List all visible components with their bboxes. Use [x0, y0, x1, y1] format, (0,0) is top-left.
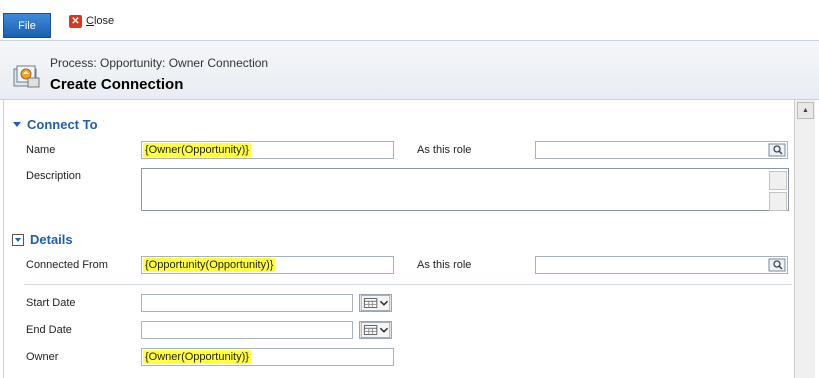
name-label: Name [26, 144, 56, 156]
calendar-icon[interactable] [359, 321, 392, 339]
name-value: {Owner(Opportunity)} [143, 143, 251, 157]
close-label: Close [86, 15, 115, 27]
start-date-label: Start Date [26, 297, 76, 309]
connected-from-label: Connected From [26, 259, 108, 271]
page-title: Create Connection [50, 76, 184, 93]
ribbon: File ✕ Close [0, 0, 819, 41]
process-icon [13, 65, 40, 88]
connect-to-role-field[interactable] [535, 141, 788, 159]
owner-value: {Owner(Opportunity)} [143, 350, 251, 364]
process-label: Process: Opportunity: Owner Connection [50, 56, 269, 70]
owner-field[interactable]: {Owner(Opportunity)} [141, 348, 394, 366]
end-date-field[interactable] [141, 321, 353, 339]
scroll-up-icon[interactable]: ▲ [797, 102, 814, 119]
description-label: Description [26, 170, 82, 182]
description-scroll-up[interactable] [769, 171, 787, 190]
name-field[interactable]: {Owner(Opportunity)} [141, 141, 394, 159]
connected-from-field[interactable]: {Opportunity(Opportunity)} [141, 256, 394, 274]
connect-to-role-label: As this role [417, 144, 472, 156]
owner-label: Owner [26, 351, 59, 363]
details-role-label: As this role [417, 259, 472, 271]
details-role-field[interactable] [535, 256, 788, 274]
section-divider [24, 284, 792, 285]
close-button[interactable]: ✕ Close [69, 12, 114, 30]
close-icon: ✕ [69, 14, 82, 28]
section-details[interactable]: Details [12, 232, 73, 247]
form-body: Connect To Name {Owner(Opportunity)} As … [3, 100, 793, 378]
end-date-label: End Date [26, 324, 72, 336]
section-connect-to[interactable]: Connect To [13, 117, 98, 132]
form-header: Process: Opportunity: Owner Connection C… [0, 41, 819, 100]
section-details-title: Details [30, 232, 73, 247]
start-date-field[interactable] [141, 294, 353, 312]
vertical-scrollbar[interactable]: ▲ [794, 100, 815, 378]
connected-from-value: {Opportunity(Opportunity)} [143, 258, 276, 272]
file-button[interactable]: File [3, 13, 51, 38]
collapse-icon [13, 122, 21, 127]
lookup-icon[interactable] [768, 143, 786, 157]
section-connect-to-title: Connect To [27, 117, 98, 132]
lookup-icon[interactable] [768, 258, 786, 272]
calendar-icon[interactable] [359, 294, 392, 312]
description-field[interactable] [141, 168, 789, 211]
expand-icon [12, 233, 24, 246]
description-scroll-down[interactable] [769, 192, 787, 211]
